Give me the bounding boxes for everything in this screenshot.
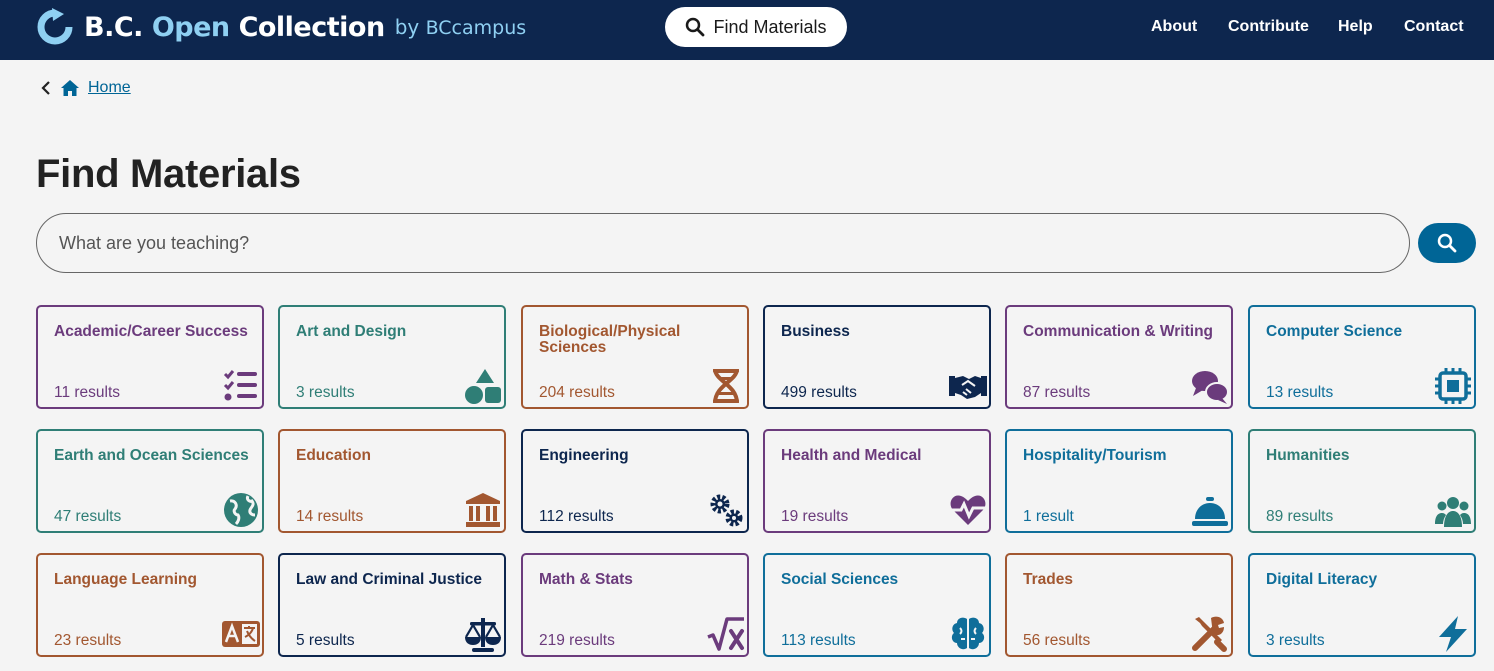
subject-result-count: 3 results [296, 384, 355, 401]
search-box [36, 213, 1410, 273]
subject-card-business[interactable]: Business 499 results [763, 305, 991, 409]
subject-card-communication-writing[interactable]: Communication & Writing 87 results [1005, 305, 1233, 409]
shapes-icon [465, 369, 501, 404]
screwdriver-wrench-icon [1192, 616, 1227, 652]
subject-name: Math & Stats [539, 571, 633, 588]
site-logo[interactable]: B.C. Open Collection by BCcampus [36, 8, 526, 46]
subject-name: Health and Medical [781, 447, 922, 464]
subject-card-art-and-design[interactable]: Art and Design 3 results [278, 305, 506, 409]
people-group-icon [1435, 497, 1471, 527]
subject-name: Digital Literacy [1266, 571, 1378, 588]
language-icon [222, 621, 260, 647]
nav-contact[interactable]: Contact [1404, 18, 1464, 36]
subject-result-count: 113 results [781, 632, 856, 649]
subject-result-count: 87 results [1023, 384, 1091, 401]
subject-card-earth-and-ocean-sciences[interactable]: Earth and Ocean Sciences 47 results [36, 429, 264, 533]
subject-result-count: 1 result [1023, 508, 1074, 525]
subject-result-count: 14 results [296, 508, 364, 525]
breadcrumb: Home [40, 79, 131, 97]
subject-card-biological-physical-sciences[interactable]: Biological/Physical Sciences 204 results [521, 305, 749, 409]
subject-name: Art and Design [296, 323, 407, 340]
subject-result-count: 13 results [1266, 384, 1334, 401]
square-root-icon [707, 617, 744, 651]
top-navigation-bar: B.C. Open Collection by BCcampus Find Ma… [0, 0, 1494, 60]
subject-result-count: 89 results [1266, 508, 1334, 525]
subject-result-count: 56 results [1023, 632, 1091, 649]
chevron-left-icon[interactable] [40, 80, 52, 96]
breadcrumb-home-link[interactable]: Home [88, 79, 131, 97]
subject-result-count: 23 results [54, 632, 122, 649]
nav-about[interactable]: About [1151, 18, 1197, 36]
subject-result-count: 499 results [781, 384, 857, 401]
refresh-logo-icon [37, 8, 73, 45]
scale-balanced-icon [465, 618, 501, 652]
handshake-icon [949, 376, 987, 399]
subject-name: Social Sciences [781, 571, 899, 588]
subject-result-count: 5 results [296, 632, 355, 649]
subject-name: Trades [1023, 571, 1073, 588]
subject-name: Computer Science [1266, 323, 1403, 340]
subject-card-academic-career-success[interactable]: Academic/Career Success 11 results [36, 305, 264, 409]
subject-card-health-and-medical[interactable]: Health and Medical 19 results [763, 429, 991, 533]
subject-card-digital-literacy[interactable]: Digital Literacy 3 results [1248, 553, 1476, 657]
search-icon [686, 17, 705, 37]
subject-result-count: 204 results [539, 384, 615, 401]
find-materials-button[interactable]: Find Materials [665, 7, 847, 47]
subject-name: Language Learning [54, 571, 197, 588]
subject-card-trades[interactable]: Trades 56 results [1005, 553, 1233, 657]
subject-name: Law and Criminal Justice [296, 571, 483, 588]
subject-result-count: 19 results [781, 508, 849, 525]
home-icon [61, 80, 79, 96]
subject-name: Humanities [1266, 447, 1350, 464]
search-icon [1437, 233, 1457, 253]
globe-icon [224, 493, 258, 527]
checklist-icon [223, 370, 257, 401]
subject-name: Engineering [539, 447, 629, 464]
service-bell-icon [1192, 497, 1228, 526]
subject-name: Hospitality/Tourism [1023, 447, 1167, 464]
subject-result-count: 47 results [54, 508, 122, 525]
search-submit-button[interactable] [1418, 223, 1476, 263]
subject-card-math-stats[interactable]: Math & Stats 219 results [521, 553, 749, 657]
subject-result-count: 11 results [54, 384, 121, 401]
heart-pulse-icon [950, 495, 986, 525]
subject-name: Education [296, 447, 371, 464]
bolt-icon [1439, 616, 1467, 652]
brain-icon [951, 617, 985, 650]
subject-result-count: 3 results [1266, 632, 1325, 649]
subject-card-social-sciences[interactable]: Social Sciences 113 results [763, 553, 991, 657]
subject-card-hospitality-tourism[interactable]: Hospitality/Tourism 1 result [1005, 429, 1233, 533]
subject-name: Biological/Physical Sciences [539, 323, 681, 356]
subject-name: Earth and Ocean Sciences [54, 447, 249, 464]
subject-result-count: 219 results [539, 632, 615, 649]
comments-icon [1192, 371, 1229, 404]
institution-icon [466, 493, 500, 527]
find-materials-label: Find Materials [713, 16, 827, 37]
search-input[interactable] [59, 230, 1359, 256]
subject-card-humanities[interactable]: Humanities 89 results [1248, 429, 1476, 533]
subject-card-engineering[interactable]: Engineering 112 results [521, 429, 749, 533]
nav-contribute[interactable]: Contribute [1228, 18, 1309, 36]
subject-card-law-and-criminal-justice[interactable]: Law and Criminal Justice 5 results [278, 553, 506, 657]
gears-icon [710, 494, 743, 527]
logo-byline: by BCcampus [394, 15, 527, 39]
dna-icon [713, 368, 739, 404]
page-title: Find Materials [36, 152, 301, 196]
subject-name: Business [781, 323, 850, 340]
nav-help[interactable]: Help [1338, 18, 1373, 36]
microchip-icon [1435, 368, 1471, 404]
subject-card-computer-science[interactable]: Computer Science 13 results [1248, 305, 1476, 409]
logo-wordmark: B.C. Open Collection [84, 11, 385, 43]
subject-card-language-learning[interactable]: Language Learning 23 results [36, 553, 264, 657]
subject-result-count: 112 results [539, 508, 614, 525]
subject-card-education[interactable]: Education 14 results [278, 429, 506, 533]
subject-name: Academic/Career Success [54, 323, 248, 340]
subject-name: Communication & Writing [1023, 323, 1214, 340]
